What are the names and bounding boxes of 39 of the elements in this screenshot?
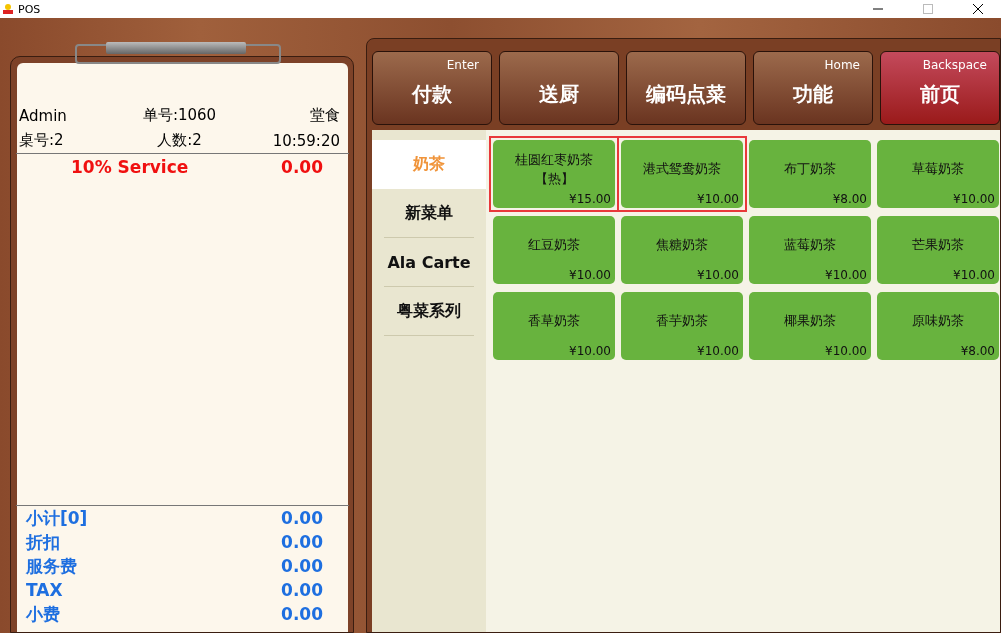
guest-count: 人数:2 <box>156 131 203 150</box>
menu-item[interactable]: 芒果奶茶 ¥10.00 <box>877 216 999 284</box>
total-label: 服务费 <box>26 554 77 578</box>
table-number: 桌号:2 <box>19 131 65 150</box>
menu-item[interactable]: 红豆奶茶 ¥10.00 <box>493 216 615 284</box>
action-button[interactable]: Backspace 前页 <box>880 51 1000 125</box>
user-name: Admin <box>19 106 68 125</box>
menu-item[interactable]: 蓝莓奶茶 ¥10.00 <box>749 216 871 284</box>
menu-item[interactable]: 焦糖奶茶 ¥10.00 <box>621 216 743 284</box>
menu-item[interactable]: 香草奶茶 ¥10.00 <box>493 292 615 360</box>
menu-item[interactable]: 草莓奶茶 ¥10.00 <box>877 140 999 208</box>
total-amount: 0.00 <box>281 604 323 624</box>
service-amount: 0.00 <box>281 157 323 177</box>
total-label: 小费 <box>26 602 60 626</box>
action-button[interactable]: 送厨 <box>499 51 619 125</box>
menu-item[interactable]: 原味奶茶 ¥8.00 <box>877 292 999 360</box>
total-amount: 0.00 <box>281 532 323 552</box>
dining-mode: 堂食 <box>309 106 340 125</box>
app-icon <box>2 3 14 15</box>
menu-item[interactable]: 布丁奶茶 ¥8.00 <box>749 140 871 208</box>
total-label: 折扣 <box>26 530 60 554</box>
category-tab[interactable]: 新菜单 <box>384 189 474 238</box>
order-number: 单号:1060 <box>141 106 218 125</box>
menu-item[interactable]: 香芋奶茶 ¥10.00 <box>621 292 743 360</box>
action-button[interactable]: 编码点菜 <box>626 51 746 125</box>
total-amount: 0.00 <box>281 556 323 576</box>
total-amount: 0.00 <box>281 508 323 528</box>
action-button[interactable]: Enter 付款 <box>372 51 492 125</box>
action-button[interactable]: Home 功能 <box>753 51 873 125</box>
order-time: 10:59:20 <box>271 131 340 150</box>
category-tab[interactable]: Ala Carte <box>384 238 474 287</box>
close-icon[interactable] <box>973 4 983 14</box>
total-amount: 0.00 <box>281 580 323 600</box>
menu-item[interactable]: 椰果奶茶 ¥10.00 <box>749 292 871 360</box>
category-tab[interactable]: 粤菜系列 <box>384 287 474 336</box>
service-label: 10% Service <box>71 157 189 177</box>
total-label: 小计[0] <box>26 506 88 530</box>
total-label: TAX <box>26 580 63 600</box>
window-title: POS <box>18 2 42 16</box>
